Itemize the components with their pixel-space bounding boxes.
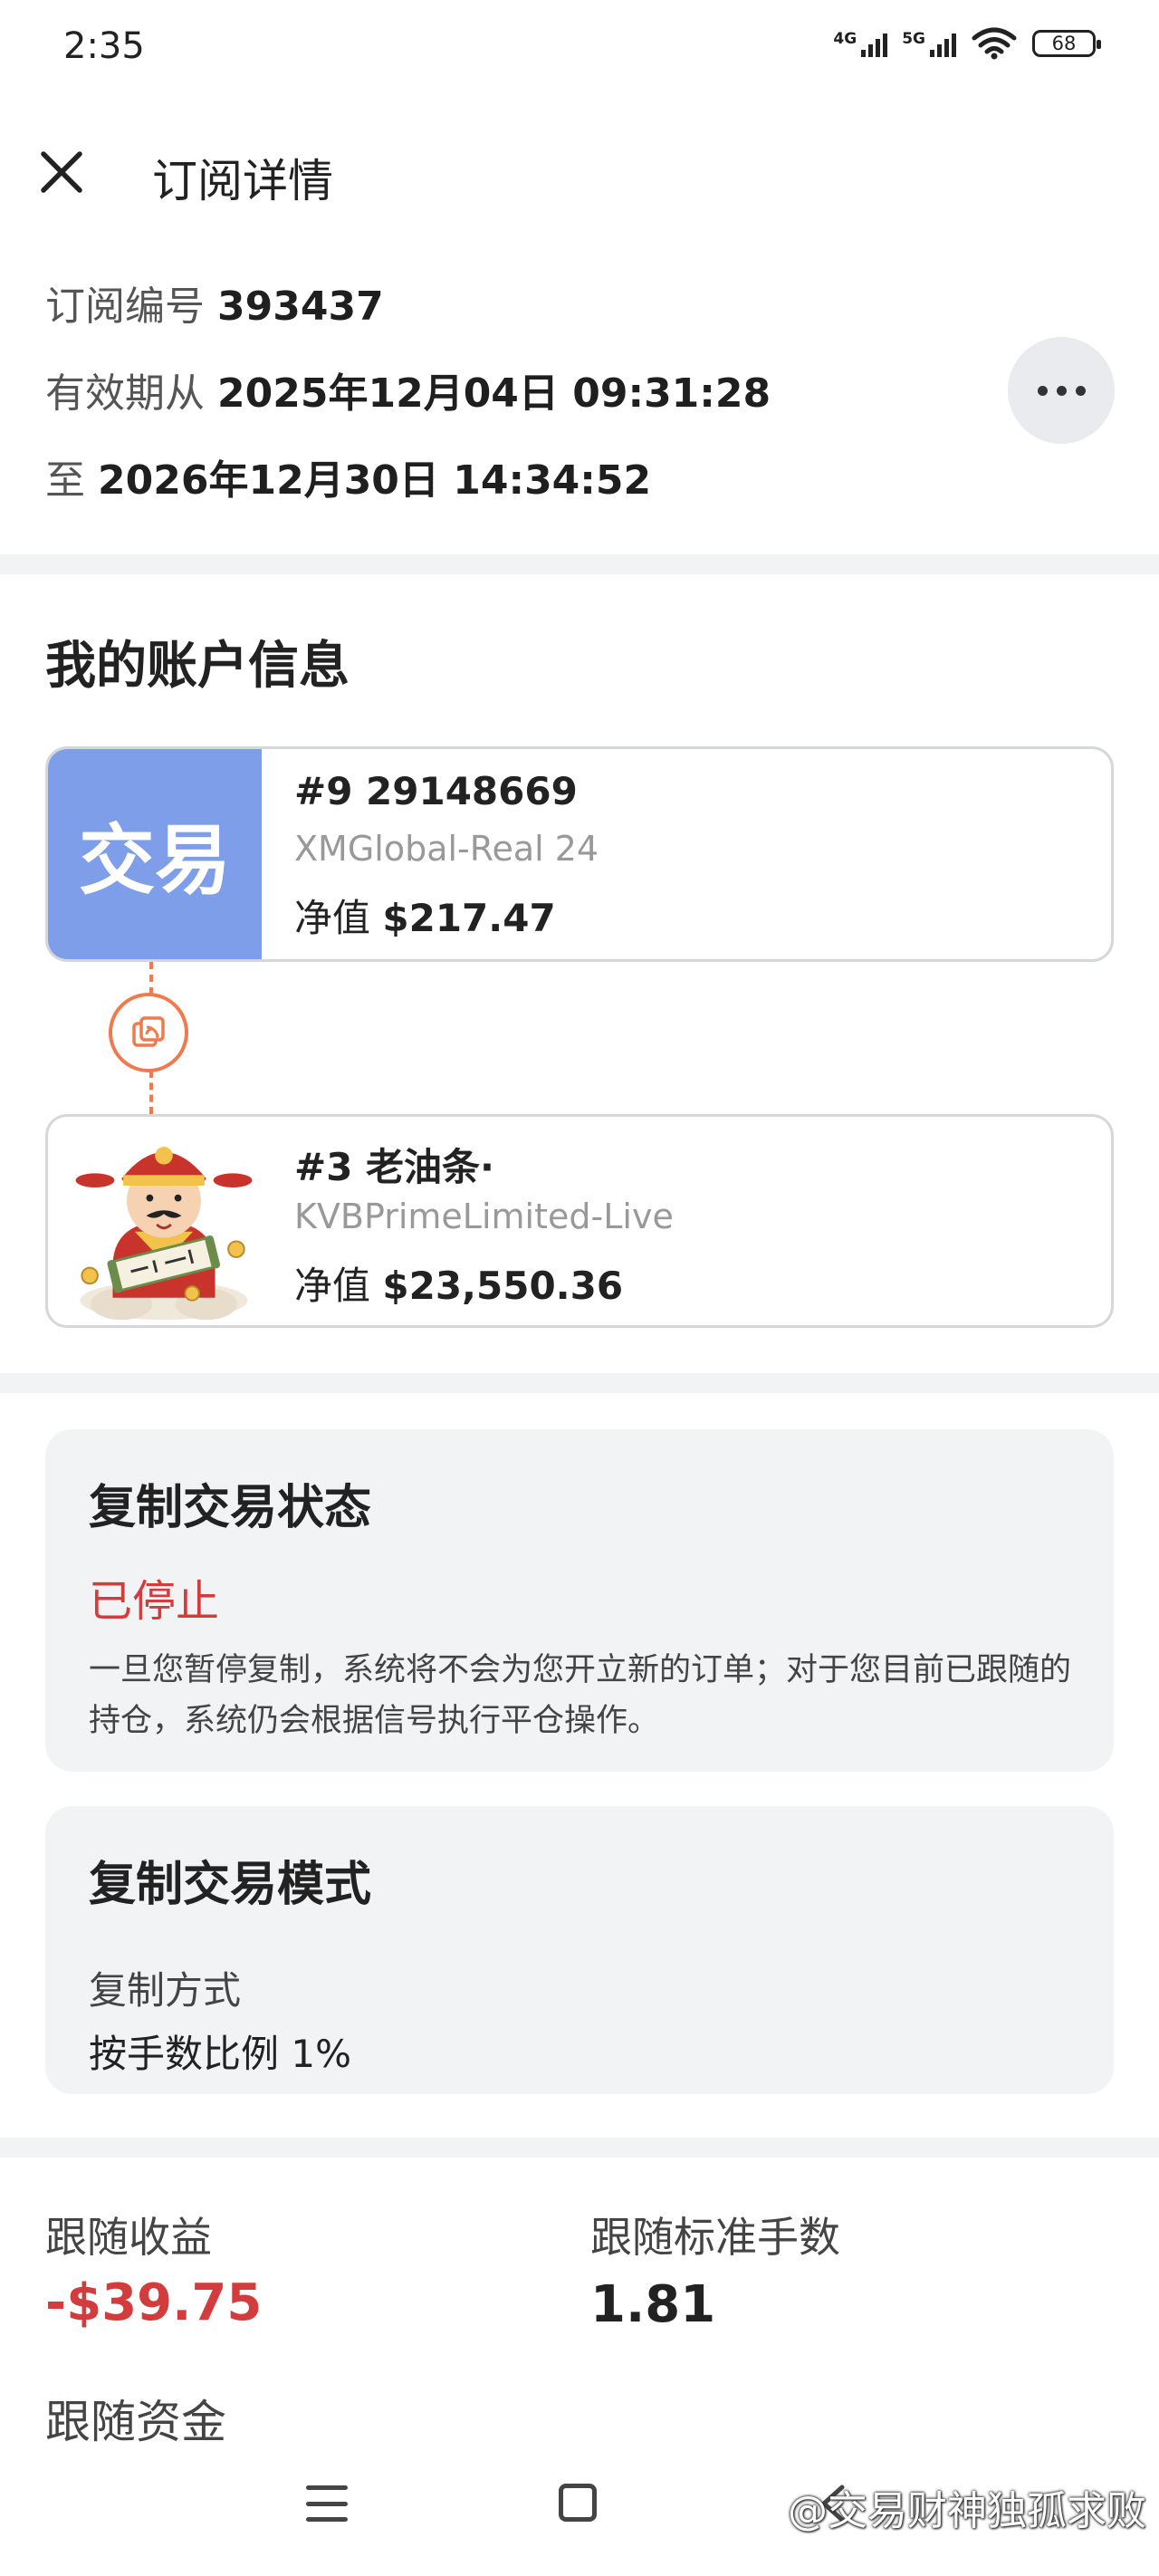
my-account-title: #9 29148669 [294,769,578,813]
copy-signal-icon [132,1016,165,1047]
battery-level: 68 [1051,33,1077,54]
signal-account-title: #3 老油条· [294,1145,494,1189]
copy-status-value: 已停止 [89,1576,220,1627]
status-time: 2:35 [63,25,145,67]
account-badge: 交易 [48,749,262,959]
signal-account-equity: 净值 $23,550.36 [294,1255,623,1311]
menu-icon[interactable] [306,2485,348,2522]
close-icon[interactable] [34,145,89,199]
my-account-equity-label: 净值 [294,896,371,940]
signal-5g-icon: 5G [902,30,956,57]
valid-from-value: 2025年12月04日 09:31:28 [217,370,771,417]
valid-to-value: 2026年12月30日 14:34:52 [98,457,652,504]
valid-to: 至 2026年12月30日 14:34:52 [45,447,651,505]
copy-status-title: 复制交易状态 [89,1481,372,1535]
valid-from-label: 有效期从 [45,370,205,417]
more-dot [1075,385,1086,396]
network-4g-label: 4G [833,30,857,48]
copy-method-label: 复制方式 [89,1968,242,2013]
network-5g-label: 5G [902,30,925,48]
battery-icon: 68 [1032,30,1101,57]
section-divider [0,2138,1159,2158]
signal-account-equity-label: 净值 [294,1264,371,1308]
god-of-wealth-avatar [75,1147,253,1321]
my-account-card[interactable]: 交易 #9 29148669 XMGlobal-Real 24 净值 $217.… [45,746,1114,962]
subscription-id-value: 393437 [217,284,384,330]
account-section-title: 我的账户信息 [45,637,350,696]
section-divider [0,1373,1159,1393]
subscription-id: 订阅编号 393437 [45,274,384,332]
signal-account-server: KVBPrimeLimited-Live [294,1197,674,1236]
signal-4g-icon: 4G [833,30,888,57]
my-account-equity: 净值 $217.47 [294,888,556,943]
page-title: 订阅详情 [152,155,333,207]
more-options-button[interactable] [1008,337,1115,444]
watermark-text: @交易财神独孤求败 [788,2488,1146,2534]
follow-funds-label: 跟随资金 [45,2396,226,2448]
copy-mode-title: 复制交易模式 [89,1858,372,1912]
follow-lots-label: 跟随标准手数 [590,2213,840,2262]
home-icon[interactable] [559,2484,597,2522]
more-dot [1056,385,1067,396]
valid-from: 有效期从 2025年12月04日 09:31:28 [45,360,771,418]
section-divider [0,554,1159,574]
subscription-id-label: 订阅编号 [45,284,205,330]
more-horizontal-icon [1037,385,1048,396]
copy-link-icon [109,993,188,1072]
wifi-icon [972,27,1017,60]
copy-method-value: 按手数比例 1% [89,2032,351,2076]
signal-account-equity-value: $23,550.36 [382,1264,624,1308]
follow-profit-label: 跟随收益 [45,2213,212,2262]
my-account-server: XMGlobal-Real 24 [294,829,599,869]
valid-to-label: 至 [45,457,85,504]
status-icons: 4G 5G 68 [833,27,1101,60]
signal-account-card[interactable]: #3 老油条· KVBPrimeLimited-Live 净值 $23,550.… [45,1114,1114,1328]
copy-mode-panel: 复制交易模式 复制方式 按手数比例 1% [45,1806,1114,2094]
copy-status-description: 一旦您暂停复制，系统将不会为您开立新的订单；对于您目前已跟随的持仓，系统仍会根据… [89,1652,1072,1739]
link-connector-top [149,962,153,995]
copy-status-panel: 复制交易状态 已停止 一旦您暂停复制，系统将不会为您开立新的订单；对于您目前已跟… [45,1429,1114,1772]
link-connector-bottom [149,1071,153,1114]
follow-lots-value: 1.81 [590,2275,716,2334]
follow-profit-value: -$39.75 [45,2273,263,2332]
my-account-equity-value: $217.47 [382,896,556,940]
